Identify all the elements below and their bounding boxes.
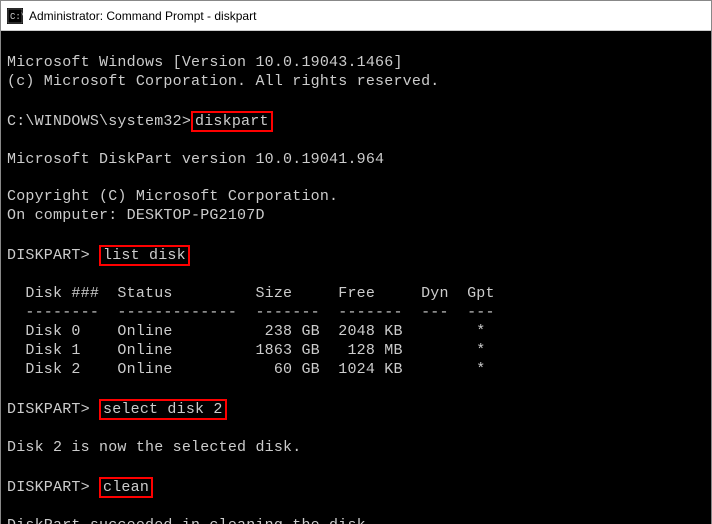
diskpart-copyright: Copyright (C) Microsoft Corporation. (7, 188, 338, 205)
disk-row-1: Disk 1 Online 1863 GB 128 MB * (7, 342, 485, 359)
cmd-list-disk: list disk (99, 245, 190, 266)
diskpart-prompt: DISKPART> (7, 479, 99, 496)
svg-text:C:\: C:\ (10, 12, 23, 22)
msg-clean: DiskPart succeeded in cleaning the disk. (7, 517, 375, 524)
diskpart-prompt: DISKPART> (7, 401, 99, 418)
disk-table-header: Disk ### Status Size Free Dyn Gpt (7, 285, 495, 302)
copyright-line: (c) Microsoft Corporation. All rights re… (7, 73, 439, 90)
disk-row-2: Disk 2 Online 60 GB 1024 KB * (7, 361, 485, 378)
diskpart-version: Microsoft DiskPart version 10.0.19041.96… (7, 151, 384, 168)
os-version-line: Microsoft Windows [Version 10.0.19043.14… (7, 54, 403, 71)
terminal-output[interactable]: Microsoft Windows [Version 10.0.19043.14… (1, 31, 711, 524)
msg-selected: Disk 2 is now the selected disk. (7, 439, 301, 456)
window-titlebar[interactable]: C:\ Administrator: Command Prompt - disk… (1, 1, 711, 31)
cmd-diskpart: diskpart (191, 111, 273, 132)
window-title: Administrator: Command Prompt - diskpart (29, 9, 256, 23)
cmd-icon: C:\ (7, 8, 23, 24)
cmd-clean: clean (99, 477, 153, 498)
disk-row-0: Disk 0 Online 238 GB 2048 KB * (7, 323, 485, 340)
diskpart-prompt: DISKPART> (7, 247, 99, 264)
cmd-select-disk: select disk 2 (99, 399, 227, 420)
disk-table-sep: -------- ------------- ------- ------- -… (7, 304, 495, 321)
diskpart-computer: On computer: DESKTOP-PG2107D (7, 207, 265, 224)
system32-prompt: C:\WINDOWS\system32> (7, 113, 191, 130)
